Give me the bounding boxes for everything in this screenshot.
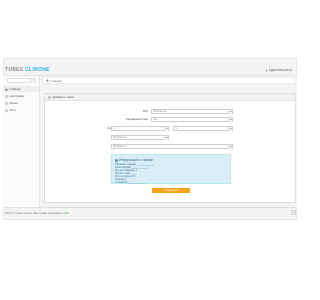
select-value: 1 [175, 126, 178, 130]
breadcrumb-home-link[interactable]: Главная [51, 79, 62, 83]
field-label: Тарифный план [125, 117, 148, 121]
field-label: IDC [142, 109, 148, 113]
chevron-down-icon [228, 118, 232, 122]
racks-quantity-select[interactable]: 1 [173, 126, 233, 131]
form-row-idc: IDC Выберите [45, 109, 295, 115]
form-row-period: Период Выберите [45, 144, 295, 150]
gear-icon [5, 94, 8, 98]
idc-select[interactable]: Выберите [151, 109, 233, 114]
select-value: Выберите [153, 109, 167, 113]
logo-part-2: CLIRONE [25, 67, 50, 73]
sidebar-item-label: Логи [9, 108, 16, 112]
footer-divider [3, 207, 297, 208]
sidebar-item-label: Настройки [9, 94, 25, 98]
user-name: Администратор [269, 68, 292, 72]
info-title: Информация о тарифе [115, 158, 153, 162]
sidebar: Главная Настройки Меню Логи [3, 76, 40, 207]
form-row-plan-2: Тарифный план Выберите [45, 135, 295, 141]
sidebar-item-logs[interactable]: Логи [3, 107, 39, 113]
list-icon [5, 109, 8, 111]
list-icon [5, 102, 8, 104]
home-icon [5, 87, 8, 91]
info-icon [115, 158, 118, 162]
gear-icon [48, 95, 51, 99]
breadcrumb: Главная [42, 77, 296, 84]
chevron-down-icon [228, 127, 232, 131]
chevron-down-icon [164, 136, 168, 140]
sidebar-item-settings[interactable]: Настройки [3, 93, 39, 99]
info-line: Стоимость: ____________ [115, 181, 146, 184]
save-button[interactable]: Сохранить [152, 188, 190, 193]
sidebar-item-home[interactable]: Главная [3, 86, 39, 92]
panel-header: Добавить заказ [45, 94, 295, 101]
chevron-down-icon [228, 145, 232, 149]
chevron-down-icon [164, 127, 168, 131]
plan-select-2[interactable]: Выберите [111, 135, 169, 140]
home-icon [46, 79, 49, 82]
period-select[interactable]: Выберите [111, 144, 233, 149]
footer-link[interactable]: сайт [63, 211, 69, 215]
plan-select[interactable]: Не [151, 117, 233, 122]
servers-quantity-select[interactable]: 1 [111, 126, 169, 131]
sidebar-item-label: Меню [9, 101, 18, 105]
chevron-down-icon [228, 110, 232, 114]
user-menu[interactable]: Администратор [265, 68, 292, 72]
form-row-quantity: Количество серверов и стоек 1 1 [45, 126, 295, 132]
panel-title: Добавить заказ [52, 95, 75, 99]
footer: 2015 © Tubes Clirone. Все права защищены… [5, 211, 69, 215]
order-form-panel: Добавить заказ IDC Выберите Тарифный пла… [44, 93, 296, 203]
sidebar-item-menu[interactable]: Меню [3, 100, 39, 106]
sidebar-search-button[interactable] [30, 79, 35, 83]
select-value: 1 [113, 126, 116, 130]
select-value: Выберите [113, 144, 127, 148]
plan-info-box: Информация о тарифе Название тарифа: ___… [111, 154, 231, 184]
info-title-text: Информация о тарифе [119, 158, 154, 162]
sidebar-item-label: Главная [9, 87, 21, 91]
scroll-to-top-button[interactable] [291, 210, 296, 215]
footer-text: 2015 © Tubes Clirone. Все права защищены… [5, 211, 63, 215]
select-value: Выберите [113, 135, 127, 139]
form-row-plan: Тарифный план Не [45, 117, 295, 123]
select-value: Не [153, 117, 158, 121]
app-logo[interactable]: TUBES CLIRONE [5, 67, 50, 73]
logo-part-1: TUBES [5, 67, 26, 73]
user-icon [265, 68, 268, 72]
sidebar-search-input[interactable] [7, 78, 36, 83]
